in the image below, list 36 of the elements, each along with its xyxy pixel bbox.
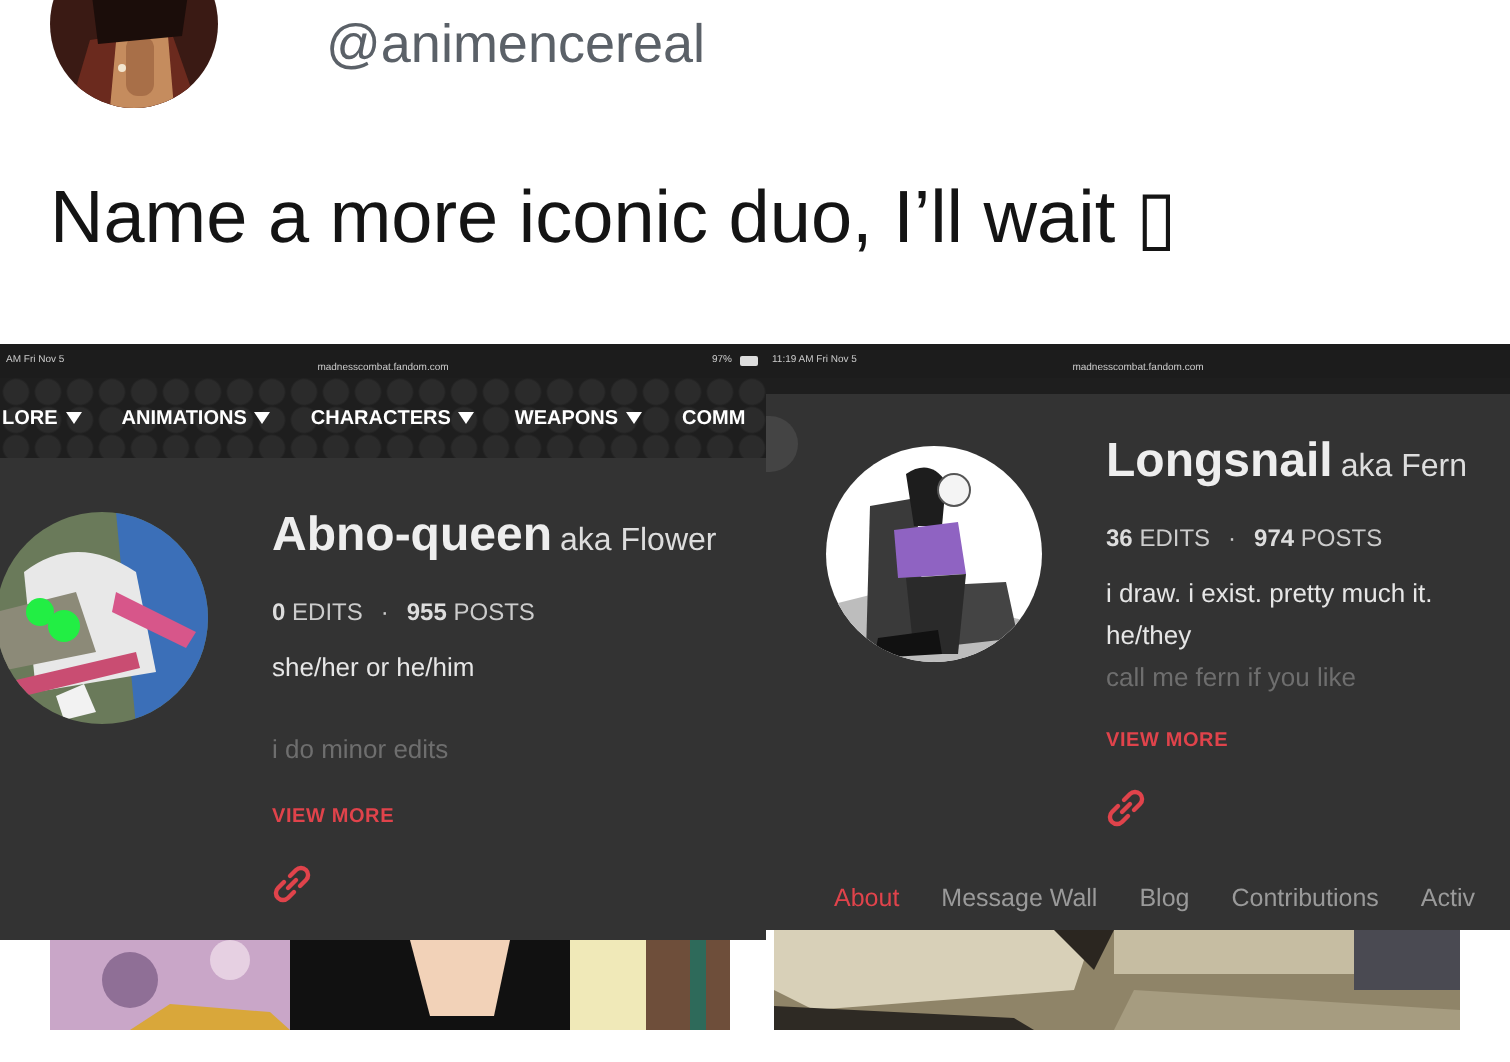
caret-icon	[458, 412, 475, 424]
bio-text: he/they	[1106, 618, 1194, 654]
view-more-link[interactable]: VIEW MORE	[272, 802, 717, 832]
nav-item[interactable]: CHARACTERS	[310, 403, 475, 433]
profile-tab[interactable]: Message Wall	[941, 880, 1098, 918]
profile-tab[interactable]: Blog	[1139, 880, 1190, 918]
battery-icon	[740, 356, 760, 366]
nav-item[interactable]: ANIMATIONS	[121, 403, 271, 433]
nav-item[interactable]: WEAPONS	[514, 403, 643, 433]
view-more-link[interactable]: VIEW MORE	[1106, 726, 1467, 756]
nav-item[interactable]: LORE	[2, 403, 82, 433]
user-name: Abno-queen	[272, 512, 552, 560]
alias-text: aka Flower	[559, 522, 717, 562]
user-handle: @animencereal	[326, 12, 706, 77]
separator-dot: ·	[1228, 522, 1237, 556]
link-icon[interactable]	[1106, 788, 1146, 828]
profile-tab[interactable]: About	[834, 880, 900, 918]
link-icon[interactable]	[272, 864, 312, 904]
caret-icon	[626, 412, 643, 424]
user-name: Longsnail	[1106, 438, 1333, 486]
tweet-text: Name a more iconic duo, I’ll wait ▯	[50, 180, 1178, 254]
profile-tab[interactable]: Activ	[1420, 880, 1475, 918]
bio-text: i draw. i exist. pretty much it.	[1106, 576, 1435, 612]
separator-dot: ·	[380, 596, 389, 630]
edit-count-text: 0 EDITS	[272, 596, 363, 630]
bio-text: i do minor edits	[272, 732, 451, 768]
caret-icon	[65, 412, 82, 424]
edit-count-text: 36 EDITS	[1106, 522, 1211, 556]
caret-icon	[254, 412, 271, 424]
nav-item[interactable]: COMM	[682, 403, 746, 433]
bio-text: she/her or he/him	[272, 650, 477, 686]
profile-tab[interactable]: Contributions	[1231, 880, 1379, 918]
alias-text: aka Fern	[1340, 448, 1467, 488]
bio-text: call me fern if you like	[1106, 660, 1358, 696]
post-count-text: 974 POSTS	[1254, 522, 1383, 556]
post-count-text: 955 POSTS	[406, 596, 535, 630]
